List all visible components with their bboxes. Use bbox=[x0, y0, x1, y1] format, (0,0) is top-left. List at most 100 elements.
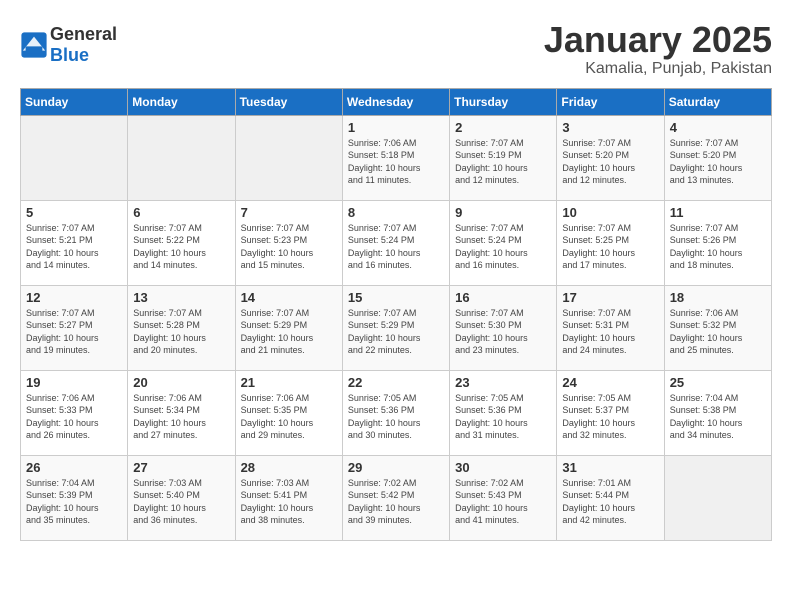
calendar-cell: 11 Sunrise: 7:07 AM Sunset: 5:26 PM Dayli… bbox=[664, 200, 771, 285]
day-number: 24 bbox=[562, 375, 658, 390]
day-info: Sunrise: 7:06 AM Sunset: 5:18 PM Dayligh… bbox=[348, 137, 444, 187]
day-info: Sunrise: 7:02 AM Sunset: 5:42 PM Dayligh… bbox=[348, 477, 444, 527]
day-number: 1 bbox=[348, 120, 444, 135]
header-cell-sunday: Sunday bbox=[21, 88, 128, 115]
calendar-cell: 23 Sunrise: 7:05 AM Sunset: 5:36 PM Dayli… bbox=[450, 370, 557, 455]
day-number: 22 bbox=[348, 375, 444, 390]
calendar-cell: 20 Sunrise: 7:06 AM Sunset: 5:34 PM Dayli… bbox=[128, 370, 235, 455]
day-info: Sunrise: 7:07 AM Sunset: 5:21 PM Dayligh… bbox=[26, 222, 122, 272]
day-number: 8 bbox=[348, 205, 444, 220]
calendar-cell: 29 Sunrise: 7:02 AM Sunset: 5:42 PM Dayli… bbox=[342, 455, 449, 540]
week-row-4: 19 Sunrise: 7:06 AM Sunset: 5:33 PM Dayli… bbox=[21, 370, 772, 455]
calendar-cell: 28Sunrise: 7:03 AM Sunset: 5:41 PM Dayli… bbox=[235, 455, 342, 540]
day-number: 15 bbox=[348, 290, 444, 305]
calendar-cell: 7 Sunrise: 7:07 AM Sunset: 5:23 PM Daylig… bbox=[235, 200, 342, 285]
day-number: 23 bbox=[455, 375, 551, 390]
calendar-table: SundayMondayTuesdayWednesdayThursdayFrid… bbox=[20, 88, 772, 541]
header-cell-saturday: Saturday bbox=[664, 88, 771, 115]
day-info: Sunrise: 7:04 AM Sunset: 5:38 PM Dayligh… bbox=[670, 392, 766, 442]
day-number: 6 bbox=[133, 205, 229, 220]
calendar-header: SundayMondayTuesdayWednesdayThursdayFrid… bbox=[21, 88, 772, 115]
day-info: Sunrise: 7:07 AM Sunset: 5:23 PM Dayligh… bbox=[241, 222, 337, 272]
calendar-subtitle: Kamalia, Punjab, Pakistan bbox=[544, 60, 772, 78]
day-info: Sunrise: 7:07 AM Sunset: 5:28 PM Dayligh… bbox=[133, 307, 229, 357]
day-number: 9 bbox=[455, 205, 551, 220]
day-info: Sunrise: 7:06 AM Sunset: 5:33 PM Dayligh… bbox=[26, 392, 122, 442]
calendar-cell bbox=[128, 115, 235, 200]
calendar-cell: 10 Sunrise: 7:07 AM Sunset: 5:25 PM Dayli… bbox=[557, 200, 664, 285]
day-info: Sunrise: 7:07 AM Sunset: 5:29 PM Dayligh… bbox=[348, 307, 444, 357]
calendar-cell: 13Sunrise: 7:07 AM Sunset: 5:28 PM Dayli… bbox=[128, 285, 235, 370]
calendar-cell bbox=[21, 115, 128, 200]
header-cell-wednesday: Wednesday bbox=[342, 88, 449, 115]
logo-icon bbox=[20, 31, 48, 59]
day-info: Sunrise: 7:07 AM Sunset: 5:26 PM Dayligh… bbox=[670, 222, 766, 272]
calendar-cell: 8Sunrise: 7:07 AM Sunset: 5:24 PM Daylig… bbox=[342, 200, 449, 285]
day-info: Sunrise: 7:07 AM Sunset: 5:20 PM Dayligh… bbox=[562, 137, 658, 187]
day-number: 26 bbox=[26, 460, 122, 475]
calendar-cell: 27Sunrise: 7:03 AM Sunset: 5:40 PM Dayli… bbox=[128, 455, 235, 540]
calendar-cell: 30 Sunrise: 7:02 AM Sunset: 5:43 PM Dayli… bbox=[450, 455, 557, 540]
calendar-body: 1 Sunrise: 7:06 AM Sunset: 5:18 PM Daylig… bbox=[21, 115, 772, 540]
calendar-cell bbox=[235, 115, 342, 200]
day-info: Sunrise: 7:07 AM Sunset: 5:31 PM Dayligh… bbox=[562, 307, 658, 357]
logo-blue-text: Blue bbox=[50, 45, 89, 65]
day-number: 31 bbox=[562, 460, 658, 475]
day-number: 30 bbox=[455, 460, 551, 475]
day-info: Sunrise: 7:06 AM Sunset: 5:34 PM Dayligh… bbox=[133, 392, 229, 442]
calendar-cell: 12Sunrise: 7:07 AM Sunset: 5:27 PM Dayli… bbox=[21, 285, 128, 370]
calendar-cell: 9 Sunrise: 7:07 AM Sunset: 5:24 PM Daylig… bbox=[450, 200, 557, 285]
calendar-cell: 14 Sunrise: 7:07 AM Sunset: 5:29 PM Dayli… bbox=[235, 285, 342, 370]
calendar-cell: 16Sunrise: 7:07 AM Sunset: 5:30 PM Dayli… bbox=[450, 285, 557, 370]
day-info: Sunrise: 7:07 AM Sunset: 5:24 PM Dayligh… bbox=[455, 222, 551, 272]
calendar-cell: 31Sunrise: 7:01 AM Sunset: 5:44 PM Dayli… bbox=[557, 455, 664, 540]
day-info: Sunrise: 7:06 AM Sunset: 5:35 PM Dayligh… bbox=[241, 392, 337, 442]
day-info: Sunrise: 7:05 AM Sunset: 5:37 PM Dayligh… bbox=[562, 392, 658, 442]
calendar-cell bbox=[664, 455, 771, 540]
day-info: Sunrise: 7:02 AM Sunset: 5:43 PM Dayligh… bbox=[455, 477, 551, 527]
logo-general-text: General bbox=[50, 24, 117, 44]
day-number: 14 bbox=[241, 290, 337, 305]
calendar-title: January 2025 bbox=[544, 20, 772, 60]
header-cell-monday: Monday bbox=[128, 88, 235, 115]
day-info: Sunrise: 7:05 AM Sunset: 5:36 PM Dayligh… bbox=[348, 392, 444, 442]
day-info: Sunrise: 7:04 AM Sunset: 5:39 PM Dayligh… bbox=[26, 477, 122, 527]
calendar-cell: 6 Sunrise: 7:07 AM Sunset: 5:22 PM Daylig… bbox=[128, 200, 235, 285]
day-info: Sunrise: 7:07 AM Sunset: 5:20 PM Dayligh… bbox=[670, 137, 766, 187]
day-number: 17 bbox=[562, 290, 658, 305]
calendar-cell: 3Sunrise: 7:07 AM Sunset: 5:20 PM Daylig… bbox=[557, 115, 664, 200]
header-row: SundayMondayTuesdayWednesdayThursdayFrid… bbox=[21, 88, 772, 115]
calendar-cell: 22 Sunrise: 7:05 AM Sunset: 5:36 PM Dayli… bbox=[342, 370, 449, 455]
calendar-cell: 18 Sunrise: 7:06 AM Sunset: 5:32 PM Dayli… bbox=[664, 285, 771, 370]
day-number: 2 bbox=[455, 120, 551, 135]
day-info: Sunrise: 7:03 AM Sunset: 5:40 PM Dayligh… bbox=[133, 477, 229, 527]
day-info: Sunrise: 7:07 AM Sunset: 5:22 PM Dayligh… bbox=[133, 222, 229, 272]
calendar-cell: 17 Sunrise: 7:07 AM Sunset: 5:31 PM Dayli… bbox=[557, 285, 664, 370]
week-row-5: 26 Sunrise: 7:04 AM Sunset: 5:39 PM Dayli… bbox=[21, 455, 772, 540]
day-number: 5 bbox=[26, 205, 122, 220]
day-info: Sunrise: 7:05 AM Sunset: 5:36 PM Dayligh… bbox=[455, 392, 551, 442]
day-number: 7 bbox=[241, 205, 337, 220]
calendar-cell: 1 Sunrise: 7:06 AM Sunset: 5:18 PM Daylig… bbox=[342, 115, 449, 200]
week-row-3: 12Sunrise: 7:07 AM Sunset: 5:27 PM Dayli… bbox=[21, 285, 772, 370]
day-number: 11 bbox=[670, 205, 766, 220]
day-info: Sunrise: 7:07 AM Sunset: 5:19 PM Dayligh… bbox=[455, 137, 551, 187]
calendar-cell: 25Sunrise: 7:04 AM Sunset: 5:38 PM Dayli… bbox=[664, 370, 771, 455]
day-info: Sunrise: 7:07 AM Sunset: 5:25 PM Dayligh… bbox=[562, 222, 658, 272]
day-number: 20 bbox=[133, 375, 229, 390]
week-row-1: 1 Sunrise: 7:06 AM Sunset: 5:18 PM Daylig… bbox=[21, 115, 772, 200]
day-number: 12 bbox=[26, 290, 122, 305]
day-info: Sunrise: 7:06 AM Sunset: 5:32 PM Dayligh… bbox=[670, 307, 766, 357]
header-cell-friday: Friday bbox=[557, 88, 664, 115]
page-header: General Blue January 2025 Kamalia, Punja… bbox=[20, 20, 772, 78]
calendar-cell: 24 Sunrise: 7:05 AM Sunset: 5:37 PM Dayli… bbox=[557, 370, 664, 455]
day-number: 19 bbox=[26, 375, 122, 390]
header-cell-thursday: Thursday bbox=[450, 88, 557, 115]
day-number: 4 bbox=[670, 120, 766, 135]
day-number: 10 bbox=[562, 205, 658, 220]
day-number: 29 bbox=[348, 460, 444, 475]
day-number: 18 bbox=[670, 290, 766, 305]
calendar-cell: 5 Sunrise: 7:07 AM Sunset: 5:21 PM Daylig… bbox=[21, 200, 128, 285]
day-info: Sunrise: 7:07 AM Sunset: 5:29 PM Dayligh… bbox=[241, 307, 337, 357]
calendar-cell: 21Sunrise: 7:06 AM Sunset: 5:35 PM Dayli… bbox=[235, 370, 342, 455]
